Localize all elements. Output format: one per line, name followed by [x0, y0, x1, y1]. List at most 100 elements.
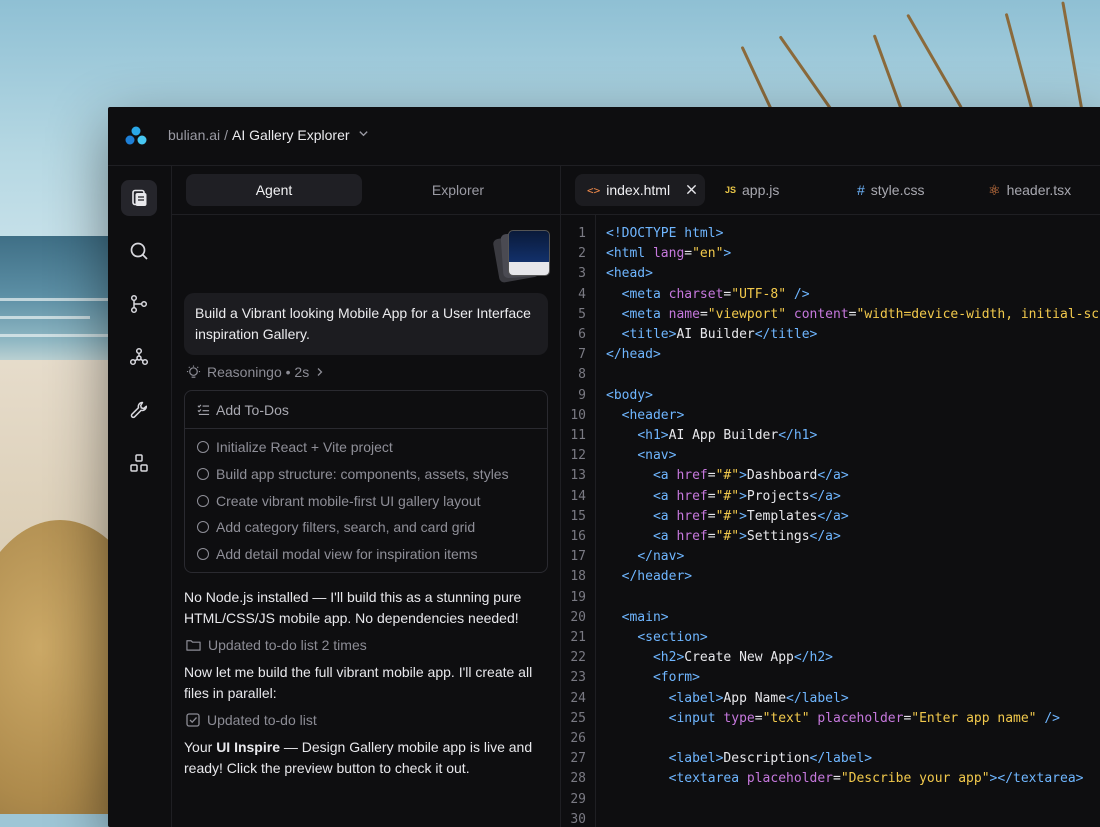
todo-card: Add To-Dos Initialize React + Vite proje… [184, 390, 548, 573]
code-line: <a href="#">Settings</a> [606, 529, 841, 544]
code-token: > [739, 468, 747, 483]
status-row[interactable]: Updated to-do list [186, 712, 317, 728]
line-number: 14 [570, 489, 586, 504]
code-token [606, 691, 669, 706]
code-token: App Name [723, 691, 786, 706]
rail-git-button[interactable] [121, 286, 157, 322]
code-line: <html lang="en"> [606, 246, 731, 261]
line-number: 25 [570, 711, 586, 726]
code-token: <label> [669, 691, 724, 706]
todo-item[interactable]: Initialize React + Vite project [197, 439, 393, 455]
code-token: = [708, 489, 716, 504]
todo-item[interactable]: Add category filters, search, and card g… [197, 519, 475, 535]
code-token: <meta [622, 287, 669, 302]
files-icon [129, 188, 149, 208]
code-token: Dashboard [747, 468, 817, 483]
code-token: </header> [622, 569, 692, 584]
tab-label: app.js [742, 182, 779, 198]
line-number: 26 [570, 731, 586, 746]
code-token: <textarea [669, 771, 747, 786]
line-number: 24 [570, 691, 586, 706]
tab-header-tsx[interactable]: ⚛ header.tsx [976, 174, 1083, 206]
rail-search-button[interactable] [121, 233, 157, 269]
code-token: placeholder [747, 771, 833, 786]
code-token: Templates [747, 509, 817, 524]
react-file-icon: ⚛ [988, 182, 1001, 199]
todo-item[interactable]: Create vibrant mobile-first UI gallery l… [197, 493, 481, 509]
todo-item[interactable]: Add detail modal view for inspiration it… [197, 546, 477, 562]
code-token: "en" [692, 246, 723, 261]
rail-network-button[interactable] [121, 339, 157, 375]
tab-agent[interactable]: Agent [186, 174, 362, 206]
agent-message: No Node.js installed — I'll build this a… [184, 587, 548, 629]
code-token: <nav> [637, 448, 676, 463]
code-token: </a> [810, 489, 841, 504]
reasoning-toggle[interactable]: Reasoningo • 2s [186, 364, 325, 380]
line-number: 13 [570, 468, 586, 483]
tab-app-js[interactable]: JS app.js [713, 174, 791, 206]
code-token: <h1> [637, 428, 668, 443]
reasoning-label: Reasoningo • 2s [207, 364, 309, 380]
code-token: /> [1037, 711, 1060, 726]
js-file-icon: JS [725, 185, 736, 195]
code-token: = [833, 771, 841, 786]
code-token [606, 549, 637, 564]
code-token [606, 307, 622, 322]
tab-style-css[interactable]: # style.css [845, 174, 936, 206]
code-line: <label>App Name</label> [606, 691, 849, 706]
code-line: <h1>AI App Builder</h1> [606, 428, 817, 443]
code-token: type [723, 711, 754, 726]
code-token [786, 307, 794, 322]
network-icon [129, 347, 149, 367]
code-line: <form> [606, 670, 700, 685]
git-branch-icon [129, 294, 149, 314]
code-token [606, 711, 669, 726]
line-number-gutter: 1234567891011121314151617181920212223242… [560, 214, 596, 827]
rail-files-button[interactable] [121, 180, 157, 216]
code-line: <body> [606, 388, 653, 403]
unchecked-circle-icon [197, 548, 209, 560]
code-line: <section> [606, 630, 708, 645]
close-icon[interactable] [686, 182, 697, 198]
code-token: "#" [716, 468, 739, 483]
code-token: = [700, 307, 708, 322]
agent-final-message: Your UI Inspire — Design Gallery mobile … [184, 737, 548, 779]
rail-components-button[interactable] [121, 445, 157, 481]
code-token [606, 529, 653, 544]
folder-icon [186, 638, 201, 652]
code-token: <a [653, 529, 676, 544]
attached-image-thumbnails[interactable] [494, 230, 550, 282]
code-token: name [669, 307, 700, 322]
todo-label: Create vibrant mobile-first UI gallery l… [216, 493, 481, 509]
line-number: 11 [570, 428, 586, 443]
code-token: <a [653, 468, 676, 483]
code-token [606, 610, 622, 625]
code-area[interactable]: <!DOCTYPE html><html lang="en"><head> <m… [606, 214, 1100, 827]
code-token: </a> [817, 468, 848, 483]
code-token: <body> [606, 388, 653, 403]
code-token: </nav> [637, 549, 684, 564]
tab-index-html[interactable]: <> index.html [575, 174, 705, 206]
status-row[interactable]: Updated to-do list 2 times [186, 637, 367, 653]
tab-label: index.html [606, 182, 670, 198]
code-token: = [849, 307, 857, 322]
code-token: href [676, 529, 707, 544]
code-token: "#" [716, 489, 739, 504]
breadcrumb[interactable]: bulian.ai / AI Gallery Explorer [168, 127, 369, 143]
code-token: </h1> [778, 428, 817, 443]
code-token: = [684, 246, 692, 261]
user-message: Build a Vibrant looking Mobile App for a… [184, 293, 548, 355]
final-message-prefix: Your [184, 739, 216, 755]
code-token: </label> [810, 751, 873, 766]
line-number: 1 [578, 226, 586, 241]
rail-tools-button[interactable] [121, 392, 157, 428]
status-text: Updated to-do list [207, 712, 317, 728]
code-token: ></textarea> [990, 771, 1084, 786]
code-token: "#" [716, 509, 739, 524]
tab-explorer[interactable]: Explorer [370, 174, 546, 206]
line-number: 20 [570, 610, 586, 625]
todo-item[interactable]: Build app structure: components, assets,… [197, 466, 509, 482]
code-token: <h2> [653, 650, 684, 665]
code-token: href [676, 489, 707, 504]
code-token: Settings [747, 529, 810, 544]
